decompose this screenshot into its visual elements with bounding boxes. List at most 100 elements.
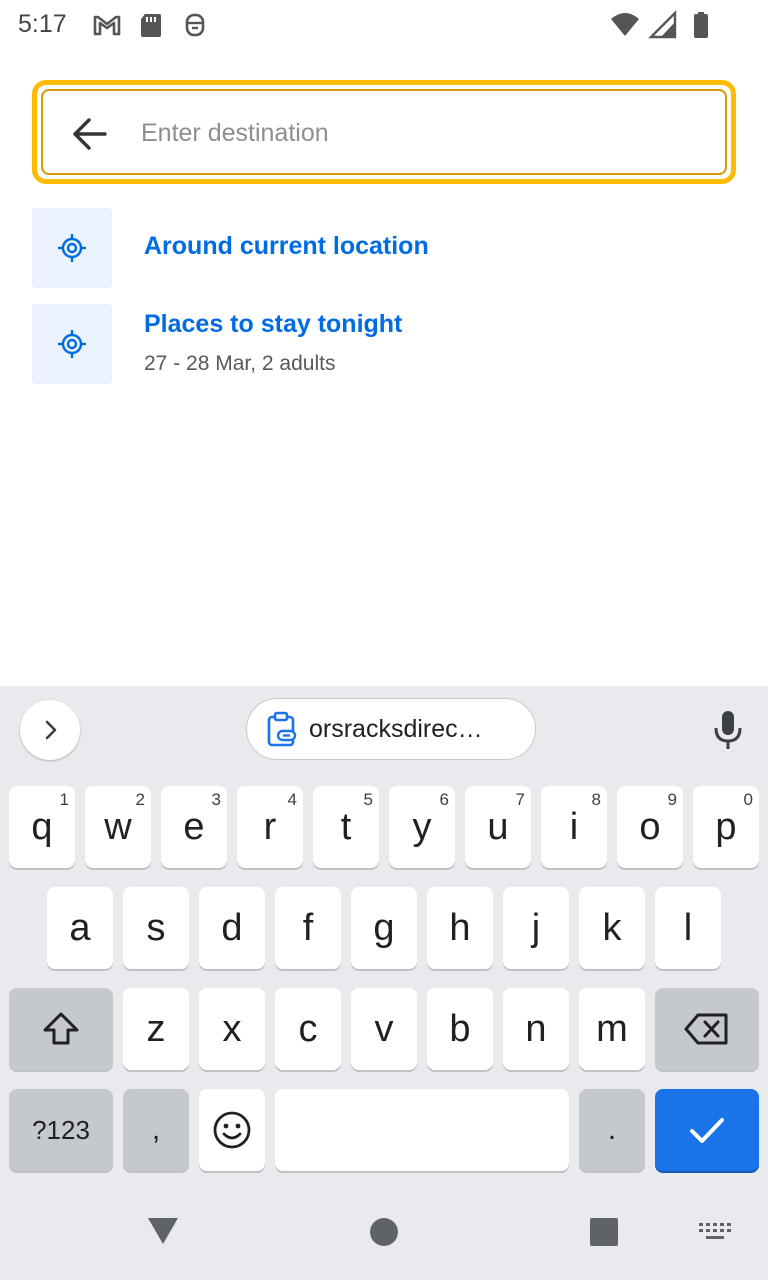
key-o[interactable]: o9 [617, 786, 683, 868]
wifi-icon [611, 13, 639, 36]
backspace-key[interactable] [655, 988, 759, 1070]
enter-key[interactable] [655, 1089, 759, 1171]
key-hint: 2 [135, 790, 145, 809]
suggestion-around-current-location[interactable]: Around current location [32, 208, 736, 288]
key-hint: 6 [439, 790, 449, 809]
key-label: k [602, 906, 622, 949]
key-label: n [525, 1007, 547, 1050]
key-v[interactable]: v [351, 988, 417, 1070]
key-x[interactable]: x [199, 988, 265, 1070]
key-d[interactable]: d [199, 887, 265, 969]
key-z[interactable]: z [123, 988, 189, 1070]
key-hint: 7 [515, 790, 525, 809]
location-target-icon [58, 234, 86, 262]
key-label: y [412, 805, 432, 848]
key-label: x [222, 1007, 242, 1050]
key-s[interactable]: s [123, 887, 189, 969]
key-label: h [449, 906, 471, 949]
key-label: f [302, 906, 314, 949]
nav-recents-icon[interactable] [589, 1217, 619, 1247]
key-i[interactable]: i8 [541, 786, 607, 868]
key-label: b [449, 1007, 471, 1050]
key-r[interactable]: r4 [237, 786, 303, 868]
suggestion-icon-box [32, 304, 112, 384]
accessibility-icon [185, 13, 205, 37]
space-key[interactable] [275, 1089, 569, 1171]
status-bar: 5:17 [0, 0, 768, 50]
clipboard-suggestion-chip[interactable]: orsracksdirec… [246, 698, 536, 760]
key-label: . [607, 1113, 617, 1146]
emoji-smile-icon [213, 1111, 251, 1149]
key-hint: 3 [211, 790, 221, 809]
suggestion-places-to-stay-tonight[interactable]: Places to stay tonight 27 - 28 Mar, 2 ad… [32, 304, 736, 384]
backspace-icon [684, 1013, 728, 1045]
key-label: g [373, 906, 395, 949]
destination-input[interactable] [141, 109, 701, 157]
key-l[interactable]: l [655, 887, 721, 969]
key-m[interactable]: m [579, 988, 645, 1070]
key-q[interactable]: q1 [9, 786, 75, 868]
key-label: a [69, 906, 91, 949]
key-hint: 0 [743, 790, 753, 809]
key-label: j [531, 906, 541, 949]
nav-home-icon[interactable] [369, 1217, 399, 1247]
key-label: , [151, 1113, 161, 1146]
key-e[interactable]: e3 [161, 786, 227, 868]
system-navigation-bar [0, 1188, 768, 1280]
key-label: s [146, 906, 166, 949]
key-hint: 8 [591, 790, 601, 809]
cell-signal-icon [648, 10, 677, 39]
key-hint: 4 [287, 790, 297, 809]
key-n[interactable]: n [503, 988, 569, 1070]
key-c[interactable]: c [275, 988, 341, 1070]
gmail-icon [93, 15, 121, 36]
destination-search-box [32, 80, 736, 184]
microphone-icon [714, 711, 742, 749]
voice-input-button[interactable] [706, 706, 750, 754]
key-label: t [340, 805, 352, 848]
period-key[interactable]: . [579, 1089, 645, 1171]
keyboard-expand-button[interactable] [20, 700, 80, 760]
sd-card-icon [141, 14, 161, 37]
suggestion-icon-box [32, 208, 112, 288]
key-p[interactable]: p0 [693, 786, 759, 868]
key-label: o [639, 805, 661, 848]
keyboard-switch-icon[interactable] [698, 1222, 732, 1242]
key-b[interactable]: b [427, 988, 493, 1070]
key-t[interactable]: t5 [313, 786, 379, 868]
key-label: l [683, 906, 693, 949]
back-button[interactable] [67, 111, 113, 157]
symbols-key[interactable]: ?123 [9, 1089, 113, 1171]
key-w[interactable]: w2 [85, 786, 151, 868]
shift-key[interactable] [9, 988, 113, 1070]
key-j[interactable]: j [503, 887, 569, 969]
key-f[interactable]: f [275, 887, 341, 969]
key-label: ?123 [32, 1114, 90, 1145]
key-y[interactable]: y6 [389, 786, 455, 868]
shift-arrow-icon [43, 1012, 79, 1045]
key-label: z [146, 1007, 166, 1050]
nav-back-icon[interactable] [146, 1216, 180, 1246]
status-time: 5:17 [18, 10, 67, 38]
key-hint: 9 [667, 790, 677, 809]
key-label: q [31, 805, 53, 848]
chevron-right-icon [45, 720, 57, 740]
key-g[interactable]: g [351, 887, 417, 969]
comma-key[interactable]: , [123, 1089, 189, 1171]
key-a[interactable]: a [47, 887, 113, 969]
key-h[interactable]: h [427, 887, 493, 969]
location-target-icon [58, 330, 86, 358]
key-u[interactable]: u7 [465, 786, 531, 868]
checkmark-icon [690, 1118, 724, 1143]
key-label: v [374, 1007, 394, 1050]
suggestion-subtitle: 27 - 28 Mar, 2 adults [144, 352, 336, 375]
suggestion-title: Around current location [144, 232, 429, 260]
emoji-key[interactable] [199, 1089, 265, 1171]
key-label: p [715, 805, 737, 848]
key-hint: 1 [59, 790, 69, 809]
key-label: r [263, 805, 277, 848]
key-k[interactable]: k [579, 887, 645, 969]
clipboard-link-icon [267, 711, 297, 747]
suggestion-title: Places to stay tonight [144, 310, 403, 338]
keyboard-toolbar: orsracksdirec… [0, 686, 768, 776]
